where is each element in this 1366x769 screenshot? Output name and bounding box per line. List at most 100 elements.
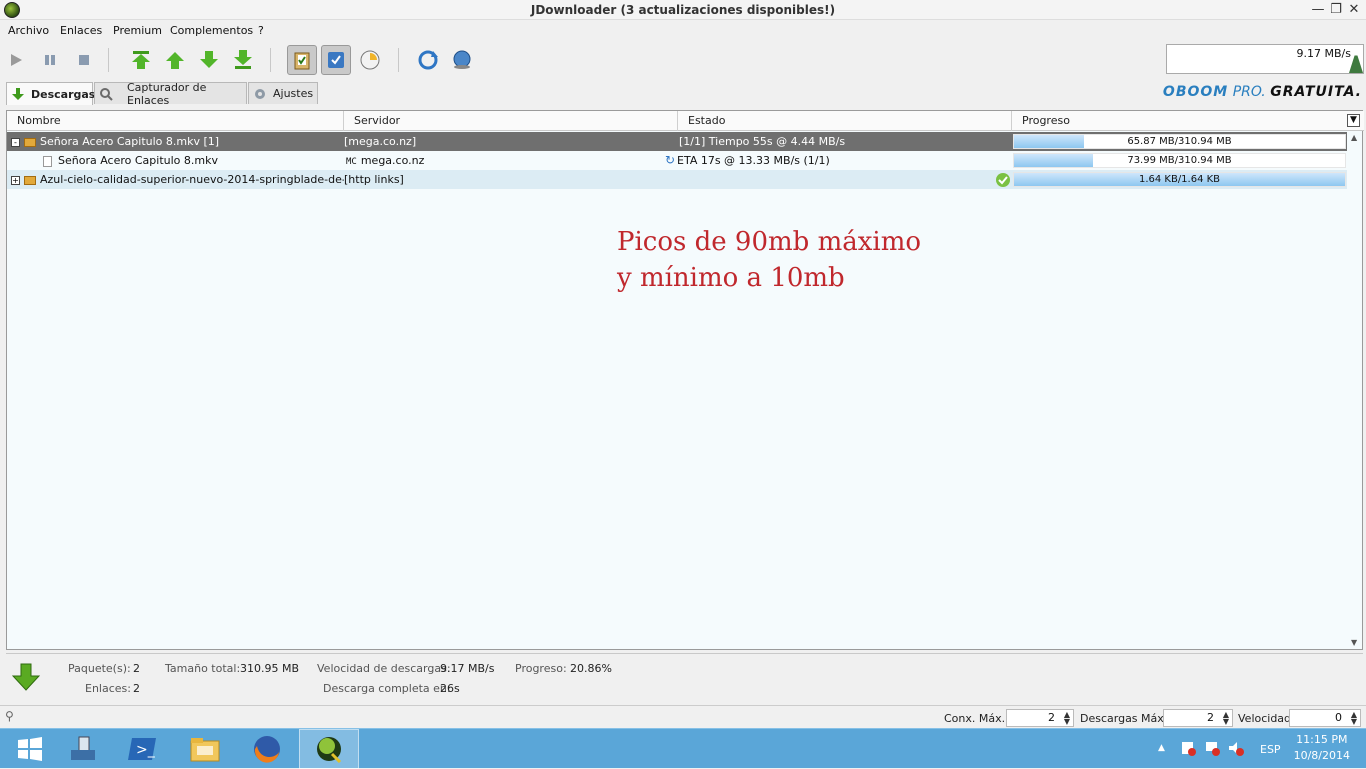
tamano-value: 310.95 MB bbox=[240, 662, 300, 675]
spinner-arrows-icon[interactable]: ▲ ▼ bbox=[1223, 711, 1229, 726]
promo-gratuita: GRATUITA. bbox=[1270, 84, 1362, 100]
file-explorer-icon[interactable] bbox=[175, 729, 235, 769]
column-settings-icon[interactable]: ▼ bbox=[1347, 114, 1360, 127]
descargas-max-spinner[interactable]: 2 ▲ ▼ bbox=[1163, 709, 1233, 727]
svg-text:>_: >_ bbox=[136, 742, 156, 758]
minimize-icon[interactable]: — bbox=[1310, 2, 1326, 18]
auto-reconnect-icon[interactable] bbox=[321, 45, 351, 75]
conx-value: 2 bbox=[1048, 711, 1055, 724]
tab-label: Capturador de Enlaces bbox=[127, 80, 207, 107]
move-bottom-icon[interactable] bbox=[230, 47, 256, 73]
volume-muted-icon[interactable] bbox=[1228, 740, 1244, 756]
column-servidor[interactable]: Servidor bbox=[344, 111, 678, 131]
table-scrollbar[interactable]: ▲ ▼ bbox=[1348, 131, 1362, 649]
show-hidden-icons-icon[interactable]: ▲ bbox=[1158, 743, 1165, 753]
progress-text: 73.99 MB/310.94 MB bbox=[1127, 155, 1232, 166]
velocidad-limit-label: Velocidad bbox=[1238, 712, 1292, 725]
main-tabs: Descargas Capturador de Enlaces Ajustes bbox=[0, 80, 1366, 107]
package-icon bbox=[24, 137, 36, 147]
row-status: ETA 17s @ 13.33 MB/s (1/1) bbox=[677, 154, 830, 167]
update-icon[interactable] bbox=[449, 47, 475, 73]
row-name: Señora Acero Capitulo 8.mkv [1] bbox=[40, 135, 220, 148]
oboom-promo[interactable]: OBOOM PRO. GRATUITA. bbox=[1163, 84, 1362, 100]
progreso-value: 20.86% bbox=[570, 662, 612, 675]
row-server: [http links] bbox=[344, 173, 404, 186]
reconnect-icon[interactable] bbox=[415, 47, 441, 73]
spinner-arrows-icon[interactable]: ▲ ▼ bbox=[1064, 711, 1070, 726]
move-down-icon[interactable] bbox=[196, 47, 222, 73]
progress-text: 1.64 KB/1.64 KB bbox=[1138, 174, 1221, 185]
stop-icon[interactable] bbox=[71, 47, 97, 73]
scroll-up-icon[interactable]: ▲ bbox=[1351, 133, 1357, 142]
restore-icon[interactable]: ❐ bbox=[1328, 2, 1344, 18]
velocidad-label: Velocidad de descargas: bbox=[317, 662, 451, 675]
conx-max-spinner[interactable]: 2 ▲ ▼ bbox=[1006, 709, 1074, 727]
column-progreso[interactable]: Progreso bbox=[1012, 111, 1347, 131]
play-icon[interactable] bbox=[3, 47, 29, 73]
premium-icon[interactable] bbox=[357, 47, 383, 73]
menu-complementos[interactable]: Complementos bbox=[170, 24, 253, 37]
table-row[interactable]: Señora Acero Capitulo 8.mkv MC mega.co.nz… bbox=[7, 151, 1347, 170]
annotation-line-1: Picos de 90mb máximo bbox=[617, 227, 922, 257]
velocidad-value: 9.17 MB/s bbox=[440, 662, 495, 675]
speed-meter-value: 9.17 MB/s bbox=[1296, 47, 1351, 60]
annotation-text: Picos de 90mb máximo y mínimo a 10mb bbox=[617, 224, 921, 296]
progress-bar: 73.99 MB/310.94 MB bbox=[1013, 153, 1346, 168]
status-panel bbox=[6, 653, 1363, 701]
move-up-icon[interactable] bbox=[162, 47, 188, 73]
paquetes-label: Paquete(s): bbox=[68, 662, 131, 675]
table-row[interactable]: - Señora Acero Capitulo 8.mkv [1] [mega.c… bbox=[7, 132, 1347, 151]
menu-enlaces[interactable]: Enlaces bbox=[60, 24, 102, 37]
row-server: [mega.co.nz] bbox=[344, 135, 417, 148]
scroll-down-icon[interactable]: ▼ bbox=[1351, 638, 1357, 647]
move-top-icon[interactable] bbox=[128, 47, 154, 73]
powershell-icon[interactable]: >_ bbox=[112, 729, 172, 769]
close-icon[interactable]: ✕ bbox=[1346, 2, 1362, 18]
tab-capturador[interactable]: Capturador de Enlaces bbox=[94, 80, 247, 107]
clock-date: 10/8/2014 bbox=[1293, 749, 1350, 762]
title-bar: JDownloader (3 actualizaciones disponibl… bbox=[0, 0, 1366, 20]
network-icon[interactable] bbox=[1204, 740, 1220, 756]
clock[interactable]: 11:15 PM 10/8/2014 bbox=[1294, 732, 1350, 764]
column-nombre[interactable]: Nombre bbox=[7, 111, 344, 131]
row-name: Azul-cielo-calidad-superior-nuevo-2014-s… bbox=[40, 173, 344, 186]
spinner-arrows-icon[interactable]: ▲ ▼ bbox=[1351, 711, 1357, 726]
toolbar bbox=[0, 42, 1160, 78]
gear-icon bbox=[253, 87, 267, 101]
jdownloader-icon[interactable] bbox=[299, 729, 359, 769]
link-grabber-icon bbox=[99, 87, 113, 101]
windows-start-icon[interactable] bbox=[0, 729, 60, 769]
action-center-icon[interactable] bbox=[1180, 740, 1196, 756]
tab-label: Descargas bbox=[31, 87, 96, 101]
progreso-label: Progreso: bbox=[515, 662, 567, 675]
tab-descargas[interactable]: Descargas bbox=[6, 82, 96, 105]
collapse-icon[interactable]: - bbox=[11, 137, 20, 147]
row-name: Señora Acero Capitulo 8.mkv bbox=[58, 154, 218, 167]
row-status: [1/1] Tiempo 55s @ 4.44 MB/s bbox=[679, 135, 846, 148]
finished-check-icon bbox=[995, 170, 1011, 189]
taskbar: >_ ▲ ESP 11:15 PM 10/8/2014 bbox=[0, 728, 1366, 769]
tamano-label: Tamaño total: bbox=[165, 662, 241, 675]
progress-bar: 1.64 KB/1.64 KB bbox=[1013, 172, 1346, 187]
download-arrow-icon bbox=[11, 87, 25, 101]
menu-archivo[interactable]: Archivo bbox=[8, 24, 49, 37]
firefox-icon[interactable] bbox=[237, 729, 297, 769]
refresh-icon: ↻ bbox=[664, 153, 676, 167]
expand-icon[interactable]: + bbox=[11, 175, 20, 185]
tab-ajustes[interactable]: Ajustes bbox=[248, 82, 318, 104]
table-row[interactable]: + Azul-cielo-calidad-superior-nuevo-2014-… bbox=[7, 170, 1347, 189]
speed-graph bbox=[1349, 51, 1363, 73]
search-icon[interactable]: ⚲ bbox=[5, 709, 14, 723]
language-indicator[interactable]: ESP bbox=[1260, 743, 1281, 756]
mega-host-icon: MC bbox=[346, 157, 357, 167]
completa-value: 26s bbox=[440, 682, 460, 695]
velocidad-spinner[interactable]: 0 ▲ ▼ bbox=[1289, 709, 1361, 727]
menu-premium[interactable]: Premium bbox=[113, 24, 162, 37]
clipboard-observer-icon[interactable] bbox=[287, 45, 317, 75]
speed-meter: 9.17 MB/s bbox=[1166, 44, 1364, 74]
pause-icon[interactable] bbox=[37, 47, 63, 73]
server-manager-icon[interactable] bbox=[52, 729, 112, 769]
column-estado[interactable]: Estado bbox=[678, 111, 1012, 131]
tab-label: Ajustes bbox=[273, 87, 314, 100]
menu-help[interactable]: ? bbox=[258, 24, 264, 37]
